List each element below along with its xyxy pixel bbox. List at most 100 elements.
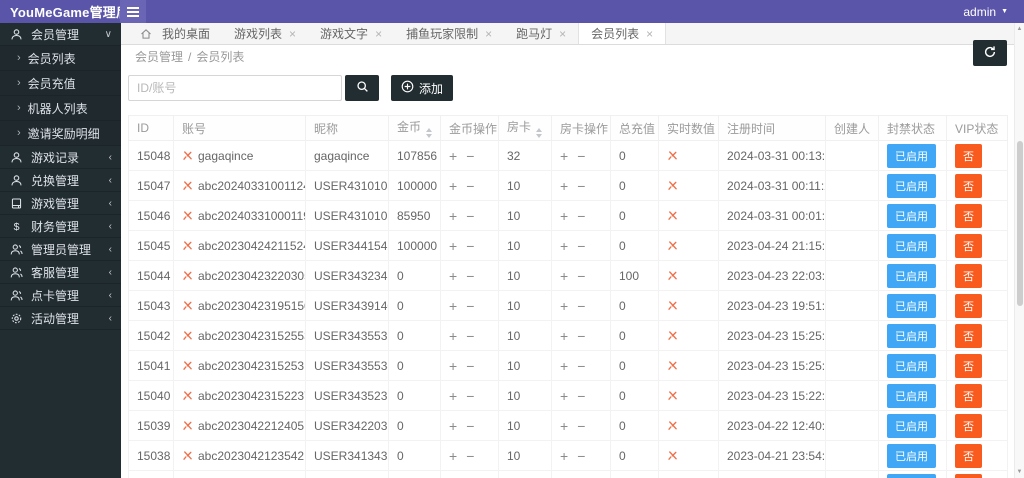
col-card[interactable]: 房卡 — [499, 116, 552, 141]
sidebar-item-activity-management[interactable]: 活动管理‹ — [0, 307, 121, 330]
sort-icon[interactable] — [426, 128, 432, 138]
plus-button[interactable]: + — [449, 298, 457, 314]
sort-icon[interactable] — [536, 128, 542, 138]
vip-status-button[interactable]: 否 — [955, 174, 982, 198]
ban-status-button[interactable]: 已启用 — [887, 174, 936, 198]
plus-button[interactable]: + — [449, 358, 457, 374]
add-button[interactable]: 添加 — [391, 75, 453, 101]
refresh-button[interactable] — [973, 40, 1007, 66]
vip-status-button[interactable]: 否 — [955, 474, 982, 478]
realtime-icon[interactable] — [667, 420, 678, 431]
ban-status-button[interactable]: 已启用 — [887, 444, 936, 468]
tab-game-list[interactable]: 游戏列表× — [222, 23, 308, 44]
sidebar-item-game-records[interactable]: 游戏记录‹ — [0, 146, 121, 169]
realtime-icon[interactable] — [667, 150, 678, 161]
plus-button[interactable]: + — [560, 268, 568, 284]
tab-marquee[interactable]: 跑马灯× — [504, 23, 578, 44]
plus-button[interactable]: + — [560, 148, 568, 164]
scroll-up-arrow-icon[interactable]: ▲ — [1015, 26, 1024, 32]
sidebar-item-robot-list[interactable]: ›机器人列表 — [0, 96, 121, 121]
vip-status-button[interactable]: 否 — [955, 384, 982, 408]
vip-status-button[interactable]: 否 — [955, 144, 982, 168]
sidebar-item-admin-management[interactable]: 管理员管理‹ — [0, 238, 121, 261]
realtime-icon[interactable] — [667, 240, 678, 251]
vip-status-button[interactable]: 否 — [955, 294, 982, 318]
search-button[interactable] — [345, 75, 379, 101]
plus-button[interactable]: + — [560, 298, 568, 314]
ban-status-button[interactable]: 已启用 — [887, 264, 936, 288]
tab-member-list[interactable]: 会员列表× — [578, 23, 666, 44]
minus-button[interactable]: − — [577, 148, 585, 164]
sidebar-item-customer-service[interactable]: 客服管理‹ — [0, 261, 121, 284]
tab-fish-player-limit[interactable]: 捕鱼玩家限制× — [394, 23, 504, 44]
col-gold[interactable]: 金币 — [389, 116, 441, 141]
minus-button[interactable]: − — [466, 268, 474, 284]
user-menu[interactable]: admin ▼ — [963, 5, 1024, 19]
tab-my-desktop[interactable]: 我的桌面 — [128, 23, 222, 44]
ban-status-button[interactable]: 已启用 — [887, 234, 936, 258]
minus-button[interactable]: − — [466, 178, 474, 194]
minus-button[interactable]: − — [466, 298, 474, 314]
sidebar-item-point-card-management[interactable]: 点卡管理‹ — [0, 284, 121, 307]
minus-button[interactable]: − — [577, 328, 585, 344]
minus-button[interactable]: − — [466, 388, 474, 404]
ban-status-button[interactable]: 已启用 — [887, 474, 936, 478]
search-input[interactable] — [128, 75, 342, 101]
close-icon[interactable]: × — [646, 27, 653, 41]
plus-button[interactable]: + — [560, 358, 568, 374]
close-icon[interactable]: × — [289, 27, 296, 41]
plus-button[interactable]: + — [560, 178, 568, 194]
ban-status-button[interactable]: 已启用 — [887, 204, 936, 228]
vip-status-button[interactable]: 否 — [955, 264, 982, 288]
scrollbar-thumb[interactable] — [1017, 141, 1023, 306]
plus-button[interactable]: + — [449, 268, 457, 284]
vip-status-button[interactable]: 否 — [955, 204, 982, 228]
ban-status-button[interactable]: 已启用 — [887, 294, 936, 318]
minus-button[interactable]: − — [577, 418, 585, 434]
plus-button[interactable]: + — [449, 418, 457, 434]
ban-status-button[interactable]: 已启用 — [887, 384, 936, 408]
minus-button[interactable]: − — [577, 448, 585, 464]
minus-button[interactable]: − — [577, 178, 585, 194]
sidebar-item-member-management[interactable]: 会员管理∨ — [0, 23, 121, 46]
minus-button[interactable]: − — [577, 208, 585, 224]
close-icon[interactable]: × — [485, 27, 492, 41]
sidebar-toggle-button[interactable] — [120, 0, 146, 23]
plus-button[interactable]: + — [560, 328, 568, 344]
ban-status-button[interactable]: 已启用 — [887, 414, 936, 438]
sidebar-item-finance-management[interactable]: $财务管理‹ — [0, 215, 121, 238]
tab-game-text[interactable]: 游戏文字× — [308, 23, 394, 44]
vip-status-button[interactable]: 否 — [955, 444, 982, 468]
plus-button[interactable]: + — [560, 448, 568, 464]
minus-button[interactable]: − — [577, 238, 585, 254]
plus-button[interactable]: + — [449, 328, 457, 344]
plus-button[interactable]: + — [449, 388, 457, 404]
vip-status-button[interactable]: 否 — [955, 324, 982, 348]
plus-button[interactable]: + — [560, 418, 568, 434]
minus-button[interactable]: − — [577, 358, 585, 374]
minus-button[interactable]: − — [466, 418, 474, 434]
vip-status-button[interactable]: 否 — [955, 354, 982, 378]
plus-button[interactable]: + — [449, 238, 457, 254]
realtime-icon[interactable] — [667, 210, 678, 221]
plus-button[interactable]: + — [449, 148, 457, 164]
ban-status-button[interactable]: 已启用 — [887, 324, 936, 348]
plus-button[interactable]: + — [449, 208, 457, 224]
realtime-icon[interactable] — [667, 390, 678, 401]
minus-button[interactable]: − — [466, 148, 474, 164]
minus-button[interactable]: − — [577, 298, 585, 314]
sidebar-item-game-management[interactable]: 游戏管理‹ — [0, 192, 121, 215]
realtime-icon[interactable] — [667, 450, 678, 461]
minus-button[interactable]: − — [466, 328, 474, 344]
realtime-icon[interactable] — [667, 180, 678, 191]
realtime-icon[interactable] — [667, 330, 678, 341]
ban-status-button[interactable]: 已启用 — [887, 144, 936, 168]
minus-button[interactable]: − — [466, 358, 474, 374]
sidebar-item-member-recharge[interactable]: ›会员充值 — [0, 71, 121, 96]
sidebar-item-invite-reward-detail[interactable]: ›邀请奖励明细 — [0, 121, 121, 146]
close-icon[interactable]: × — [375, 27, 382, 41]
ban-status-button[interactable]: 已启用 — [887, 354, 936, 378]
plus-button[interactable]: + — [560, 238, 568, 254]
realtime-icon[interactable] — [667, 300, 678, 311]
vip-status-button[interactable]: 否 — [955, 414, 982, 438]
